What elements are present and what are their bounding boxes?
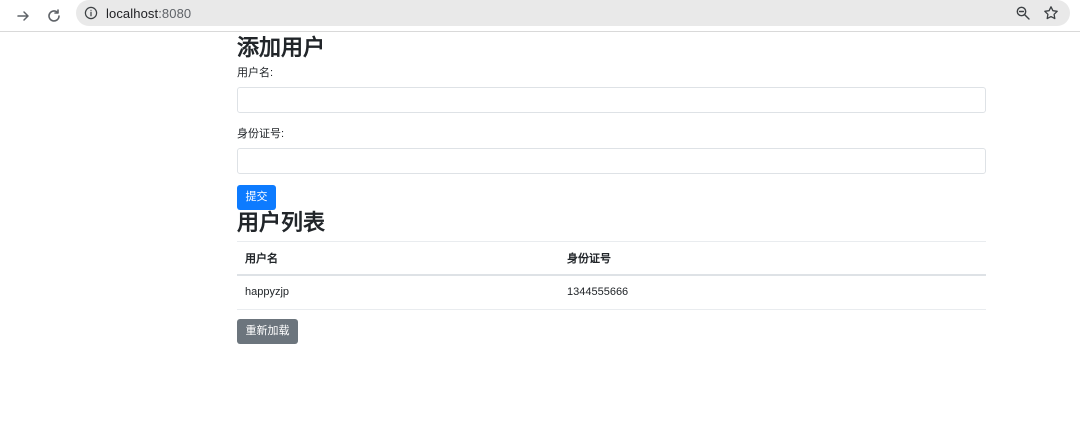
address-bar[interactable]: localhost:8080 <box>76 0 1070 26</box>
forward-arrow-icon[interactable] <box>11 4 35 28</box>
submit-button[interactable]: 提交 <box>237 185 276 210</box>
reload-button[interactable]: 重新加载 <box>237 319 298 344</box>
cell-idcard: 1344555666 <box>559 274 986 310</box>
zoom-icon[interactable] <box>1014 4 1032 22</box>
bookmark-star-icon[interactable] <box>1042 4 1060 22</box>
table-row: happyzjp 1344555666 <box>237 274 986 310</box>
username-label: 用户名: <box>237 67 274 79</box>
site-info-icon[interactable] <box>84 6 98 20</box>
reload-icon[interactable] <box>42 4 66 28</box>
address-url: localhost:8080 <box>106 5 192 21</box>
user-list-heading: 用户列表 <box>237 210 326 235</box>
column-header-idcard: 身份证号 <box>559 241 986 276</box>
idcard-input[interactable] <box>237 148 986 174</box>
add-user-heading: 添加用户 <box>237 35 326 60</box>
username-input[interactable] <box>237 87 986 113</box>
column-header-username: 用户名 <box>237 241 559 276</box>
page-content: 添加用户 用户名: 身份证号: 提交 用户列表 用户名 身份证号 happyzj… <box>237 32 986 344</box>
browser-toolbar: localhost:8080 <box>0 0 1080 32</box>
table-header-row: 用户名 身份证号 <box>237 241 986 276</box>
cell-username: happyzjp <box>237 274 559 310</box>
user-table: 用户名 身份证号 happyzjp 1344555666 <box>237 241 986 310</box>
idcard-label: 身份证号: <box>237 128 285 140</box>
